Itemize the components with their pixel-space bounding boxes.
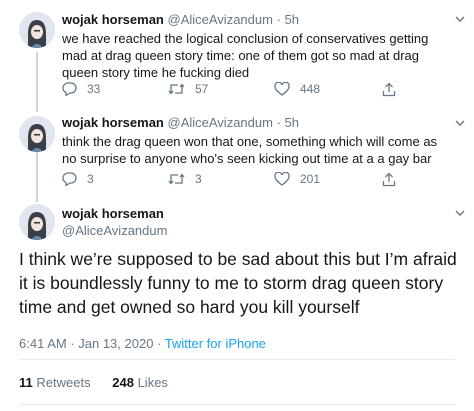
likes-stat[interactable]: 248 Likes	[112, 375, 168, 390]
reply-button[interactable]: 3	[62, 172, 94, 186]
avatar[interactable]	[19, 116, 55, 152]
author-handle[interactable]: @AliceAvizandum	[168, 115, 273, 130]
tweet-time[interactable]: 5h	[285, 12, 299, 27]
separator-dot: ·	[276, 115, 281, 130]
share-button[interactable]	[382, 172, 406, 187]
divider	[19, 359, 455, 360]
tweet-metadata: 6:41 AM · Jan 13, 2020 · Twitter for iPh…	[19, 336, 266, 351]
avatar[interactable]	[19, 12, 55, 48]
like-count: 448	[300, 82, 321, 96]
like-count: 201	[300, 172, 321, 186]
retweets-stat[interactable]: 11 Retweets	[19, 375, 91, 390]
heart-icon	[274, 172, 290, 186]
tweet-time[interactable]: 5h	[285, 115, 299, 130]
share-icon	[382, 172, 396, 187]
likes-label: Likes	[137, 375, 168, 390]
separator-dot: ·	[276, 12, 281, 27]
tweet-actions: 33 57 448	[62, 82, 454, 98]
tweet-text: think the drag queen won that one, somet…	[62, 134, 438, 166]
reply-count: 33	[87, 82, 101, 96]
tweet-text: we have reached the logical conclusion o…	[62, 31, 429, 80]
author-handle[interactable]: @AliceAvizandum	[168, 12, 273, 27]
tweet-stats: 11 Retweets 248 Likes	[19, 375, 168, 390]
author-name[interactable]: wojak horseman	[62, 12, 164, 27]
reply-count: 3	[87, 172, 94, 186]
retweet-button[interactable]: 3	[168, 172, 202, 186]
tweet[interactable]: wojak horseman @AliceAvizandum · 5h we h…	[0, 0, 474, 108]
author-handle[interactable]: @AliceAvizandum	[62, 223, 167, 238]
chevron-down-icon[interactable]	[455, 14, 465, 24]
tweet-actions: 3 3 201	[62, 172, 454, 188]
author-name[interactable]: wojak horseman	[62, 206, 164, 221]
retweet-count: 57	[195, 82, 209, 96]
divider	[19, 404, 455, 405]
retweets-count: 11	[19, 375, 33, 390]
tweet-timestamp[interactable]: 6:41 AM · Jan 13, 2020 ·	[19, 336, 165, 351]
share-icon	[382, 82, 396, 97]
retweet-icon	[168, 173, 185, 185]
main-tweet-text: I think we’re supposed to be sad about t…	[19, 249, 457, 317]
retweet-button[interactable]: 57	[168, 82, 208, 96]
retweet-icon	[168, 83, 185, 95]
likes-count: 248	[112, 375, 134, 390]
heart-icon	[274, 82, 290, 96]
reply-icon	[62, 172, 77, 186]
avatar[interactable]	[19, 204, 55, 240]
reply-button[interactable]: 33	[62, 82, 100, 96]
tweet-header: wojak horseman @AliceAvizandum · 5h	[62, 12, 299, 27]
chevron-down-icon[interactable]	[455, 208, 465, 218]
retweet-count: 3	[195, 172, 202, 186]
tweet-client-link[interactable]: Twitter for iPhone	[165, 336, 266, 351]
tweet[interactable]: wojak horseman @AliceAvizandum · 5h thin…	[0, 108, 474, 198]
like-button[interactable]: 448	[274, 82, 320, 96]
reply-icon	[62, 82, 77, 96]
retweets-label: Retweets	[36, 375, 91, 390]
tweet-header: wojak horseman @AliceAvizandum · 5h	[62, 115, 299, 130]
share-button[interactable]	[382, 82, 406, 97]
like-button[interactable]: 201	[274, 172, 320, 186]
author-name[interactable]: wojak horseman	[62, 115, 164, 130]
chevron-down-icon[interactable]	[455, 118, 465, 128]
